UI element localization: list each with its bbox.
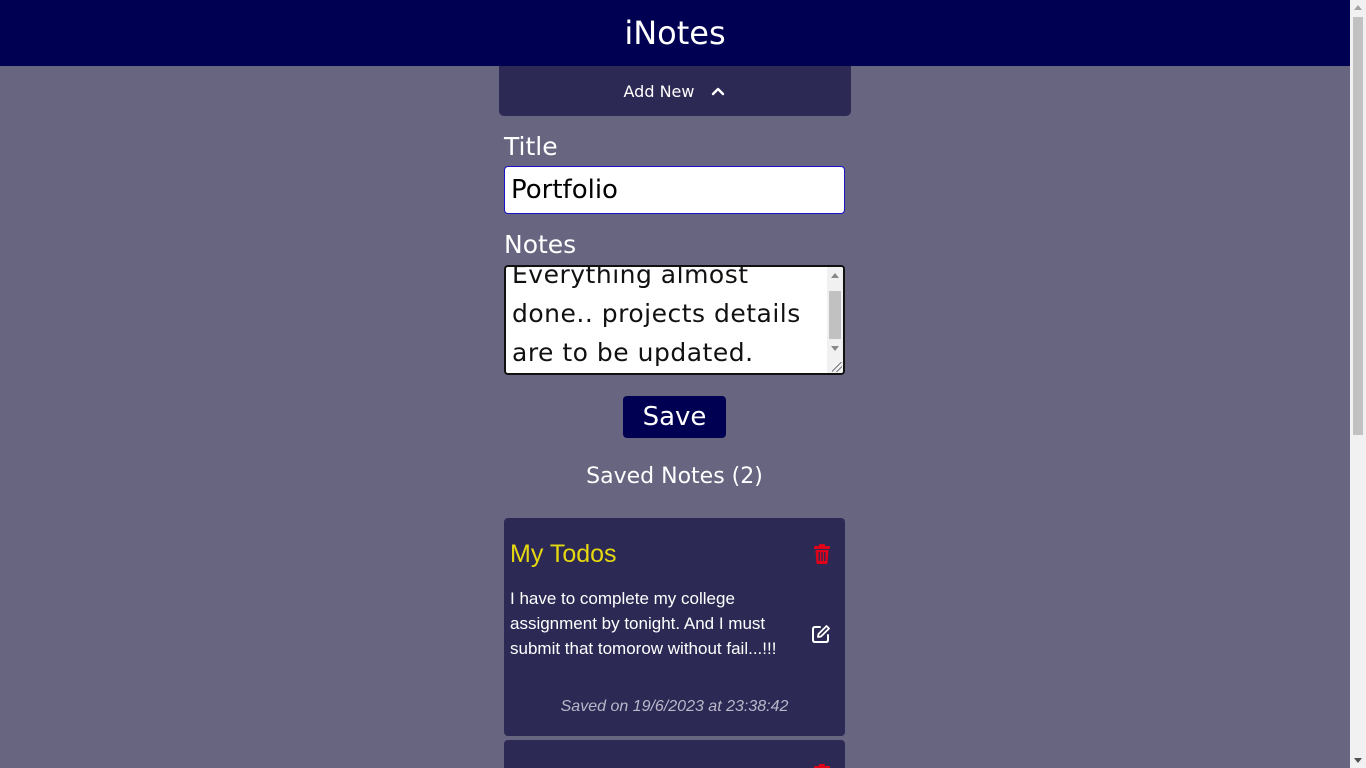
trash-icon[interactable] xyxy=(813,544,831,564)
notes-scrollbar[interactable] xyxy=(827,267,843,373)
title-input[interactable] xyxy=(504,166,845,214)
page-scroll-up-arrow-icon[interactable] xyxy=(1354,5,1362,10)
add-new-label: Add New xyxy=(623,81,695,101)
save-button[interactable]: Save xyxy=(623,396,726,438)
note-saved-date: Saved on 19/6/2023 at 23:38:42 xyxy=(560,698,789,715)
navbar: iNotes xyxy=(0,0,1350,66)
edit-icon[interactable] xyxy=(811,624,831,644)
app-title: iNotes xyxy=(624,14,726,52)
page: iNotes Add New Title Notes Everything al… xyxy=(0,0,1366,768)
notes-scroll-thumb[interactable] xyxy=(829,291,841,339)
note-card: My Todos I have to complete my college a… xyxy=(504,518,845,736)
notes-text: Everything almost done.. projects detail… xyxy=(512,265,801,367)
saved-notes-heading: Saved Notes (2) xyxy=(586,464,763,489)
page-scroll-down-arrow-icon[interactable] xyxy=(1354,758,1362,763)
page-scroll-thumb[interactable] xyxy=(1353,17,1363,435)
add-new-toggle-button[interactable]: Add New xyxy=(499,66,851,116)
note-body: I have to complete my college assignment… xyxy=(510,589,777,658)
scroll-up-arrow-icon[interactable] xyxy=(831,273,839,278)
note-title: My Todos xyxy=(510,540,617,568)
trash-icon[interactable] xyxy=(813,764,831,768)
resize-grip-icon[interactable] xyxy=(832,362,842,372)
chevron-up-icon xyxy=(710,83,726,99)
notes-label: Notes xyxy=(504,230,577,259)
title-label: Title xyxy=(504,132,558,161)
notes-textarea[interactable]: Everything almost done.. projects detail… xyxy=(504,265,845,375)
scroll-down-arrow-icon[interactable] xyxy=(831,346,839,351)
page-scrollbar[interactable] xyxy=(1350,0,1366,768)
note-card xyxy=(504,740,845,768)
